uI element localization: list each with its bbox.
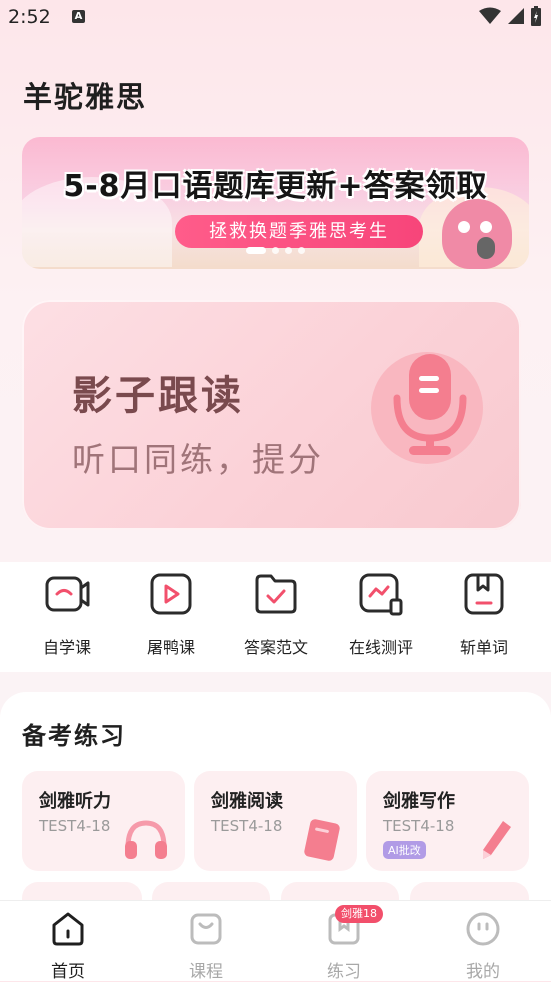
shortcut-online-test[interactable]: 在线测评 (336, 572, 426, 658)
practice-card-title: 剑雅阅读 (211, 791, 283, 812)
practice-panel: 备考练习 剑雅听力 TEST4-18 剑雅阅读 TEST4-18 剑雅写作 TE… (0, 692, 551, 912)
chart-icon (359, 573, 403, 616)
pagination-dot (285, 247, 292, 254)
pagination-dot (298, 247, 305, 254)
app-title: 羊驼雅思 (23, 80, 148, 114)
nav-label: 首页 (51, 962, 85, 982)
practice-nav-badge: 剑雅18 (335, 905, 383, 923)
practice-card-subtitle: TEST4-18 (383, 817, 455, 835)
folder-check-icon (255, 574, 297, 614)
practice-card-title: 剑雅听力 (39, 791, 111, 812)
nav-home[interactable]: 首页 (28, 911, 108, 982)
shortcut-answers[interactable]: 答案范文 (231, 572, 321, 658)
smile-icon (466, 912, 500, 946)
nav-courses[interactable]: 课程 (166, 911, 246, 982)
bookmark-icon (464, 573, 504, 615)
pen-icon (483, 821, 511, 859)
practice-section-title: 备考练习 (22, 722, 126, 750)
bag-icon (190, 913, 222, 945)
pagination-dot (246, 247, 266, 254)
shortcut-label: 自学课 (42, 638, 91, 657)
banner-headline: 5-8月口语题库更新+答案领取 (63, 169, 488, 204)
headphones-icon (125, 820, 167, 859)
nav-profile[interactable]: 我的 (443, 911, 523, 982)
notification-a-icon: A (72, 10, 85, 23)
alpaca-mascot-icon (442, 199, 512, 269)
practice-card-reading[interactable]: 剑雅阅读 TEST4-18 (194, 771, 357, 871)
banner-pagination (246, 247, 305, 254)
practice-card-subtitle: TEST4-18 (211, 817, 283, 835)
practice-card-title: 剑雅写作 (383, 791, 455, 812)
banner-button[interactable]: 拯救换题季雅思考生 (175, 215, 423, 248)
bottom-navigation: 首页 课程 练习 我的 (0, 900, 551, 982)
practice-card-writing[interactable]: 剑雅写作 TEST4-18 AI批改 (366, 771, 529, 871)
practice-card-subtitle: TEST4-18 (39, 817, 111, 835)
nav-label: 练习 (327, 962, 361, 982)
shadow-reading-subtitle: 听口同练，提分 (72, 440, 324, 479)
battery-icon (531, 6, 541, 26)
video-camera-icon (45, 576, 90, 612)
shadow-reading-title: 影子跟读 (72, 373, 244, 419)
status-time: 2:52 (8, 6, 51, 28)
mascot-mic-icon (477, 237, 495, 259)
microphone-icon (393, 354, 467, 455)
nav-label: 课程 (189, 962, 223, 982)
shortcut-label: 在线测评 (348, 638, 413, 657)
play-icon (150, 573, 192, 615)
nav-label: 我的 (466, 962, 500, 982)
shortcut-self-study[interactable]: 自学课 (22, 572, 112, 658)
shortcut-label: 斩单词 (459, 638, 508, 657)
shortcut-label: 答案范文 (243, 638, 308, 657)
status-bar: 2:52 A (0, 0, 551, 36)
shortcut-vocabulary[interactable]: 斩单词 (439, 572, 529, 658)
wifi-icon (479, 7, 501, 24)
promo-banner[interactable]: 5-8月口语题库更新+答案领取 拯救换题季雅思考生 (22, 137, 529, 269)
ai-review-badge: AI批改 (383, 841, 426, 859)
home-icon (52, 912, 84, 946)
shortcut-row: 自学课 屠鸭课 答案范文 在线测评 斩单词 (0, 562, 551, 672)
status-icons (479, 6, 541, 26)
shortcut-crush-course[interactable]: 屠鸭课 (126, 572, 216, 658)
book-icon (304, 819, 340, 861)
shadow-reading-card[interactable]: 影子跟读 听口同练，提分 (22, 300, 521, 530)
signal-icon (508, 8, 524, 24)
practice-card-listening[interactable]: 剑雅听力 TEST4-18 (22, 771, 185, 871)
pagination-dot (272, 247, 279, 254)
shortcut-label: 屠鸭课 (146, 638, 195, 657)
